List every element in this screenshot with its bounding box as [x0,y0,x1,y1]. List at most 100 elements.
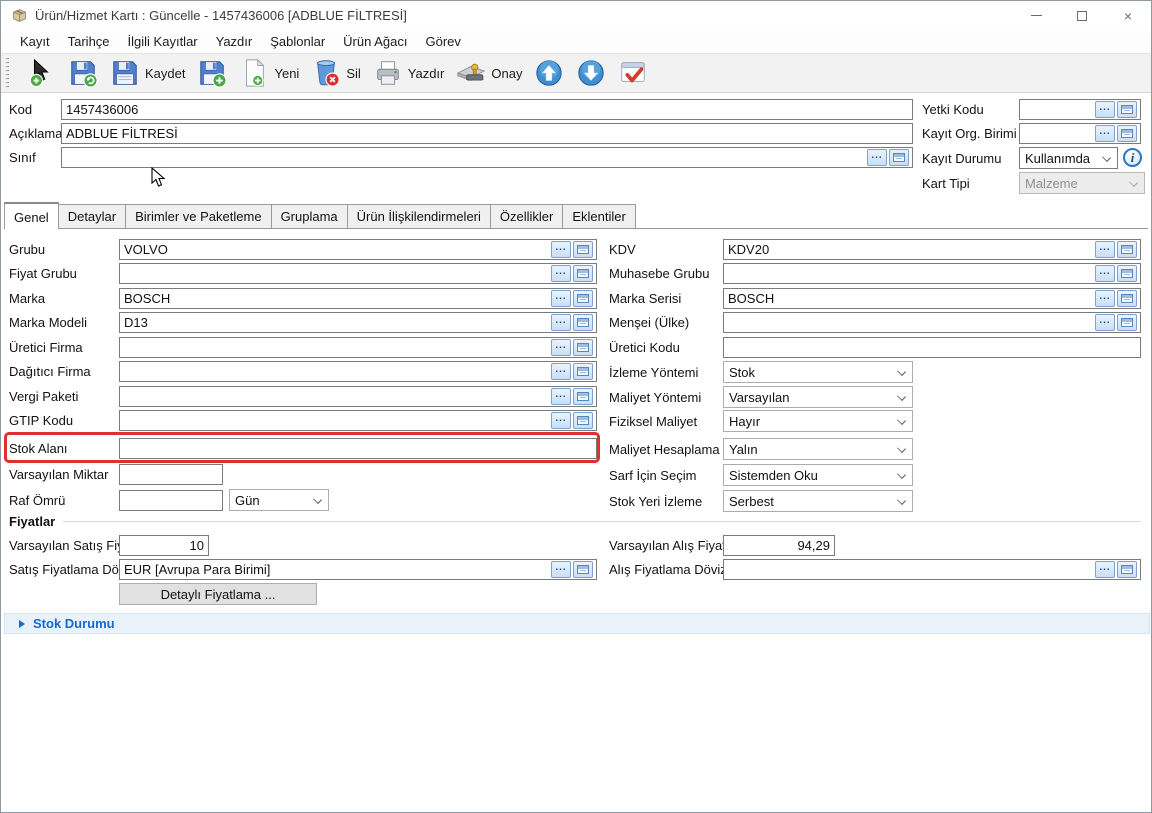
marka-modeli-list-button[interactable] [573,314,593,331]
sinif-lookup-button[interactable]: ... [867,149,887,166]
approve-button[interactable]: Onay [450,56,528,90]
marka-modeli-input[interactable] [119,312,597,333]
minimize-button[interactable] [1013,1,1059,30]
menu-tarihce[interactable]: Tarihçe [59,32,119,51]
fiziksel-maliyet-select[interactable]: Hayır [723,410,913,432]
menu-gorev[interactable]: Görev [417,32,470,51]
satis-dovizi-lookup-button[interactable]: ... [551,561,571,578]
kdv-input[interactable] [723,239,1141,260]
kdv-lookup-button[interactable]: ... [1095,241,1115,258]
yetki-kodu-list-button[interactable] [1117,101,1137,118]
marka-input[interactable] [119,288,597,309]
kayit-org-lookup-button[interactable]: ... [1095,125,1115,142]
alis-dovizi-lookup-button[interactable]: ... [1095,561,1115,578]
dagitici-firma-lookup-button[interactable]: ... [551,363,571,380]
stok-yeri-izleme-select[interactable]: Serbest [723,490,913,512]
satis-fiyati-input[interactable] [119,535,209,556]
sinif-input[interactable] [61,147,913,168]
select-add-button[interactable] [20,56,62,90]
sarf-icin-secim-select[interactable]: Sistemden Oku [723,464,913,486]
tab-birimler-ve-paketleme[interactable]: Birimler ve Paketleme [125,204,271,228]
gtip-kodu-list-button[interactable] [573,412,593,429]
stok-durumu-section[interactable]: Stok Durumu [4,613,1150,634]
print-button[interactable]: Yazdır [367,56,451,90]
marka-serisi-lookup-button[interactable]: ... [1095,290,1115,307]
vergi-paketi-list-button[interactable] [573,388,593,405]
dagitici-firma-input[interactable] [119,361,597,382]
tab-genel[interactable]: Genel [4,202,59,229]
fiyat-grubu-list-button[interactable] [573,265,593,282]
menu-yazdir[interactable]: Yazdır [207,32,262,51]
kdv-list-button[interactable] [1117,241,1137,258]
tab-gruplama[interactable]: Gruplama [271,204,348,228]
list-window-icon [1121,269,1133,278]
uretici-kodu-input[interactable] [723,337,1141,358]
save-add-button[interactable] [191,56,233,90]
tab-eklentiler[interactable]: Eklentiler [562,204,635,228]
marka-serisi-input[interactable] [723,288,1141,309]
marka-modeli-lookup-button[interactable]: ... [551,314,571,331]
kod-input[interactable] [61,99,913,120]
grubu-input[interactable] [119,239,597,260]
menu-ilgili-kayitlar[interactable]: İlgili Kayıtlar [119,32,207,51]
alis-dovizi-input[interactable] [723,559,1141,580]
alis-dovizi-list-button[interactable] [1117,561,1137,578]
uretici-firma-lookup-button[interactable]: ... [551,339,571,356]
chevron-down-icon [1129,178,1138,187]
mensei-lookup-button[interactable]: ... [1095,314,1115,331]
muhasebe-grubu-lookup-button[interactable]: ... [1095,265,1115,282]
menu-kayit[interactable]: Kayıt [11,32,59,51]
sinif-list-button[interactable] [889,149,909,166]
dagitici-firma-list-button[interactable] [573,363,593,380]
marka-list-button[interactable] [573,290,593,307]
delete-icon [311,58,341,88]
varsayilan-miktar-input[interactable] [119,464,223,485]
marka-lookup-button[interactable]: ... [551,290,571,307]
mensei-input[interactable] [723,312,1141,333]
tab-ozellikler[interactable]: Özellikler [490,204,563,228]
nav-down-button[interactable] [570,56,612,90]
maximize-button[interactable] [1059,1,1105,30]
kayit-durumu-select[interactable]: Kullanımda [1019,147,1118,169]
uretici-firma-input[interactable] [119,337,597,358]
muhasebe-grubu-input[interactable] [723,263,1141,284]
save-revert-button[interactable] [62,56,104,90]
marka-serisi-list-button[interactable] [1117,290,1137,307]
delete-button[interactable]: Sil [305,56,366,90]
vergi-paketi-lookup-button[interactable]: ... [551,388,571,405]
new-button[interactable]: Yeni [233,56,305,90]
muhasebe-grubu-list-button[interactable] [1117,265,1137,282]
fiyat-grubu-lookup-button[interactable]: ... [551,265,571,282]
stok-alani-input[interactable] [119,438,597,459]
menu-sablonlar[interactable]: Şablonlar [261,32,334,51]
alis-fiyati-input[interactable] [723,535,835,556]
gtip-kodu-input[interactable] [119,410,597,431]
save-button[interactable]: Kaydet [104,56,191,90]
tab-detaylar[interactable]: Detaylar [58,204,126,228]
kayit-org-list-button[interactable] [1117,125,1137,142]
toolbar-grip[interactable] [5,57,10,89]
menu-urun-agaci[interactable]: Ürün Ağacı [334,32,416,51]
mensei-list-button[interactable] [1117,314,1137,331]
grubu-lookup-button[interactable]: ... [551,241,571,258]
close-button[interactable]: × [1105,1,1151,30]
tab-urun-iliskilendirmeleri[interactable]: Ürün İlişkilendirmeleri [347,204,491,228]
confirm-button[interactable] [612,56,654,90]
maliyet-hesaplama-select[interactable]: Yalın [723,438,913,460]
grubu-list-button[interactable] [573,241,593,258]
satis-dovizi-input[interactable] [119,559,597,580]
raf-omru-unit-select[interactable]: Gün [229,489,329,511]
satis-dovizi-list-button[interactable] [573,561,593,578]
info-icon[interactable]: i [1123,148,1142,167]
yetki-kodu-lookup-button[interactable]: ... [1095,101,1115,118]
nav-up-button[interactable] [528,56,570,90]
uretici-firma-list-button[interactable] [573,339,593,356]
vergi-paketi-input[interactable] [119,386,597,407]
fiyat-grubu-input[interactable] [119,263,597,284]
aciklama-input[interactable] [61,123,913,144]
izleme-yontemi-select[interactable]: Stok [723,361,913,383]
detayli-fiyatlama-button[interactable]: Detaylı Fiyatlama ... [119,583,317,605]
maliyet-yontemi-select[interactable]: Varsayılan [723,386,913,408]
raf-omru-input[interactable] [119,490,223,511]
gtip-kodu-lookup-button[interactable]: ... [551,412,571,429]
